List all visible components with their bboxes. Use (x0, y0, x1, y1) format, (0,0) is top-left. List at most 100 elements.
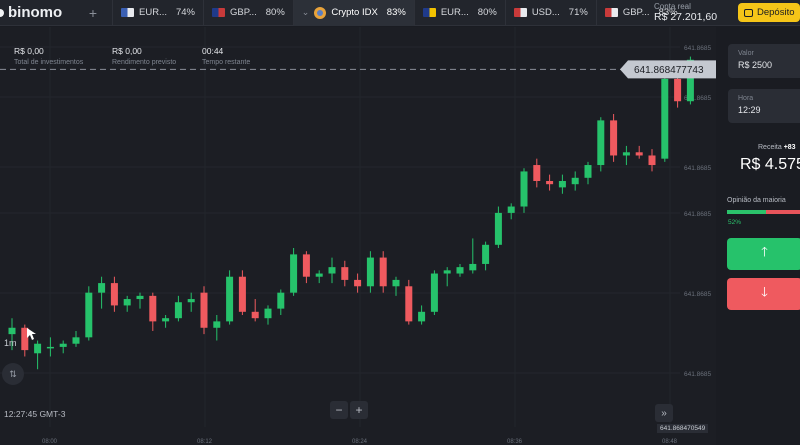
candlestick (200, 286, 208, 335)
add-asset-button[interactable]: + (82, 2, 104, 24)
chart-tools-icon[interactable]: ⇅ (2, 363, 24, 385)
time-axis-label: 08:24 (352, 439, 368, 445)
account-info[interactable]: Conta real R$ 27.201,60 (654, 2, 717, 22)
time-axis-label: 08:12 (197, 439, 213, 445)
candle-body (8, 327, 16, 335)
zoom-out-button[interactable]: − (330, 401, 348, 419)
candlestick (162, 315, 170, 328)
currency-flag-icon (121, 8, 134, 17)
binomo-logo[interactable]: binomo (0, 4, 78, 21)
asset-tab-name: EUR... (440, 7, 469, 18)
candle-body (59, 343, 67, 347)
chart-canvas[interactable]: 641.8685 641.8685 641.8685 641.8685 641.8685… (0, 27, 716, 445)
asset-tab[interactable]: GBP... 80% (203, 0, 293, 26)
price-axis-label: 641.8685 (684, 211, 711, 218)
asset-tab-payout: 80% (477, 7, 497, 18)
candlestick (72, 330, 80, 347)
candlestick (610, 114, 618, 162)
time-axis-label: 08:36 (507, 439, 523, 445)
price-chart[interactable]: 641.8685 641.8685 641.8685 641.8685 641.8685… (0, 27, 716, 445)
asset-tab[interactable]: USD... 71% (504, 0, 596, 26)
candle-body (354, 279, 362, 287)
candlestick (46, 337, 54, 357)
candlestick (366, 251, 374, 293)
currency-flag-icon (604, 8, 618, 17)
time-value: 12:29 (738, 105, 761, 115)
candlestick (315, 270, 323, 284)
candlestick (430, 270, 438, 315)
candlestick (187, 292, 195, 312)
time-field[interactable]: Hora 12:29 (728, 89, 800, 123)
candlestick (238, 270, 246, 315)
candlestick (571, 171, 579, 191)
candlestick (149, 292, 157, 331)
amount-label: Valor (738, 50, 754, 57)
candlestick (136, 292, 144, 309)
candle-body (34, 343, 42, 354)
asset-tab-name: GBP... (622, 7, 650, 18)
candlestick (622, 145, 630, 166)
stat-label: Rendimento previsto (112, 59, 177, 66)
candlestick (661, 75, 669, 162)
asset-tab-payout: 74% (175, 7, 195, 18)
candle-body (443, 270, 451, 274)
asset-tab[interactable]: EUR... 74% (112, 0, 203, 26)
asset-tab[interactable]: EUR... 80% (413, 0, 505, 26)
time-label: Hora (738, 95, 754, 102)
candle-body (622, 152, 630, 156)
candle-body (302, 254, 310, 277)
candlestick (558, 174, 566, 194)
buy-up-button[interactable]: 🡑 (727, 238, 800, 270)
candle-body (571, 177, 579, 185)
currency-flag-icon (422, 8, 436, 17)
crypto-idx-icon (314, 6, 327, 19)
candlestick (98, 276, 106, 309)
currency-flag-icon (513, 8, 527, 17)
candlestick (34, 340, 42, 370)
server-clock: 12:27:45 GMT-3 (4, 409, 66, 419)
sell-down-button[interactable]: 🡓 (727, 278, 800, 310)
price-axis-label: 641.8685 (684, 291, 711, 298)
mouse-cursor-icon (27, 328, 36, 340)
logo-mark-icon (0, 8, 4, 17)
candlestick (469, 238, 477, 274)
deposit-button[interactable]: Depósito (738, 3, 800, 22)
majority-up-fill (727, 210, 766, 214)
amount-field[interactable]: Valor R$ 2500 (728, 44, 800, 78)
candlestick (277, 289, 285, 315)
candle-body (674, 78, 682, 102)
candle-body (635, 152, 643, 156)
candle-body (546, 181, 554, 185)
price-axis-label: 641.8685 (684, 165, 711, 172)
candle-body (418, 311, 426, 322)
majority-opinion-bar (727, 210, 800, 214)
majority-opinion-percent: 52% (728, 219, 742, 226)
stat-value: R$ 0,00 (112, 46, 142, 56)
price-axis-label: 641.8685 (684, 371, 711, 378)
candle-body (174, 302, 182, 319)
candlestick (482, 241, 490, 271)
deposit-label: Depósito (757, 7, 795, 18)
payout-label: Receita +83 (758, 144, 796, 151)
zoom-in-button[interactable]: + (350, 401, 368, 419)
stat-label: Total de investimentos (14, 59, 84, 66)
candle-body (482, 244, 490, 264)
chevron-down-icon[interactable]: ⌄ (302, 7, 310, 18)
candlestick (302, 251, 310, 284)
candlestick (597, 117, 605, 172)
scroll-to-latest-button[interactable]: » (655, 404, 673, 422)
candle-body (507, 206, 515, 213)
top-bar: binomo + EUR... 74% GBP... 80% ⌄ Crypto IDX 83… (0, 0, 800, 26)
candlestick (648, 149, 656, 172)
candle-body (341, 267, 349, 280)
stat-value: R$ 0,00 (14, 46, 44, 56)
timeframe-selector[interactable]: 1m (4, 338, 17, 348)
wallet-icon (744, 8, 753, 17)
asset-tab[interactable]: ⌄ Crypto IDX 83% (292, 0, 414, 26)
candlestick (507, 203, 515, 220)
candlestick (264, 305, 272, 325)
candlestick (110, 276, 118, 312)
candlestick (379, 251, 387, 293)
candle-body (328, 267, 336, 274)
candle-body (110, 283, 118, 306)
